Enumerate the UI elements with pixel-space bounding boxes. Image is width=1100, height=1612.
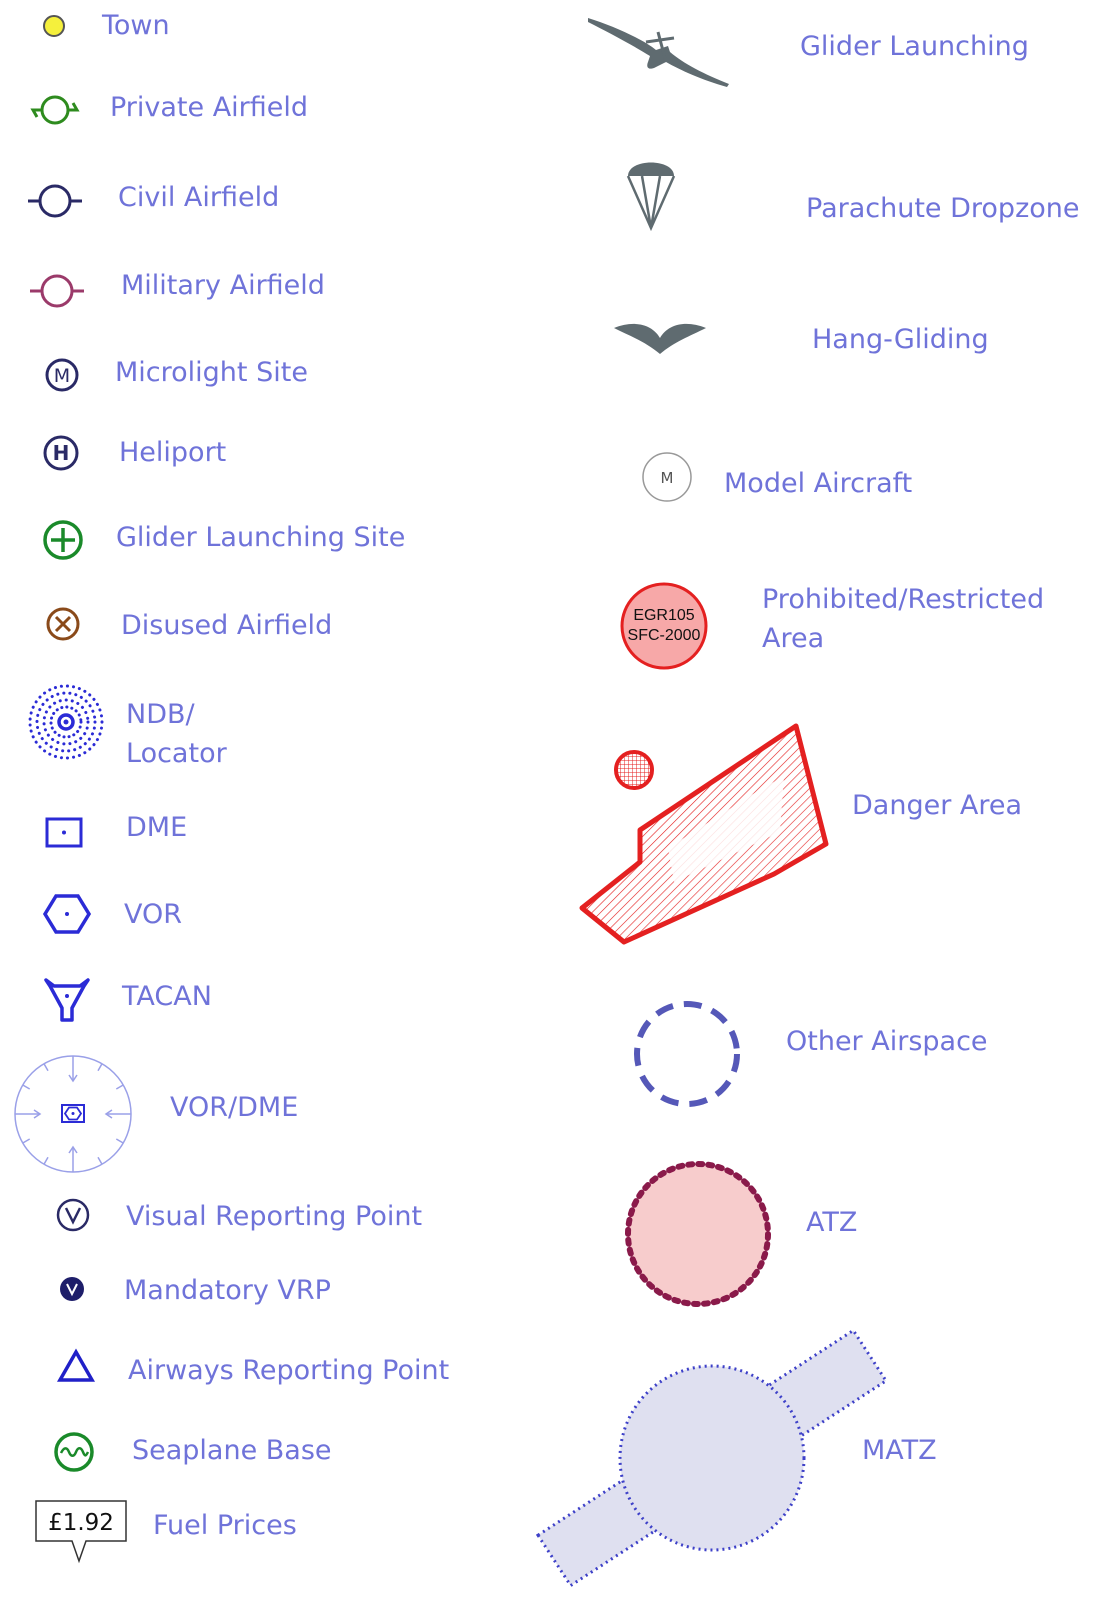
private-airfield-icon: [30, 95, 80, 125]
glider-silhouette-icon: [588, 18, 729, 87]
prohibited-label-line1: Prohibited/Restricted: [762, 584, 1045, 615]
fuel-price-value: £1.92: [48, 1510, 114, 1536]
heliport-letter: H: [53, 441, 70, 465]
prohibited-area-limits: SFC-2000: [628, 627, 701, 644]
danger-area-icon: [579, 723, 829, 945]
model-aircraft-icon: M: [642, 452, 692, 502]
prohibited-area-code: EGR105: [633, 607, 694, 624]
other-airspace-label: Other Airspace: [786, 1026, 988, 1057]
town-icon: [43, 15, 65, 37]
ndb-locator-icon: [28, 684, 104, 760]
heliport-label: Heliport: [119, 437, 227, 468]
other-airspace-icon: [634, 1001, 740, 1107]
glider-launching-site-icon: [43, 520, 83, 560]
model-aircraft-letter: M: [661, 469, 674, 487]
private-airfield-label: Private Airfield: [110, 92, 309, 123]
seaplane-base-label: Seaplane Base: [132, 1435, 332, 1466]
fuel-prices-label: Fuel Prices: [153, 1510, 297, 1541]
visual-reporting-point-label: Visual Reporting Point: [126, 1201, 423, 1232]
tacan-label: TACAN: [122, 981, 212, 1012]
civil-airfield-icon: [28, 184, 82, 218]
atz-label: ATZ: [806, 1207, 858, 1238]
microlight-letter: M: [54, 365, 70, 387]
microlight-site-label: Microlight Site: [115, 357, 308, 388]
prohibited-label-line2: Area: [762, 623, 825, 654]
matz-label: MATZ: [862, 1435, 937, 1466]
vor-icon: [42, 894, 92, 934]
mandatory-vrp-icon: [60, 1277, 84, 1301]
vor-dme-compass-rose-icon: [14, 1055, 132, 1173]
matz-icon: [535, 1328, 889, 1588]
heliport-icon: H: [43, 435, 79, 471]
airways-reporting-point-label: Airways Reporting Point: [128, 1355, 450, 1386]
disused-airfield-icon: [46, 607, 80, 641]
prohibited-area-icon: EGR105 SFC-2000: [620, 582, 708, 670]
mandatory-vrp-label: Mandatory VRP: [124, 1275, 331, 1306]
vor-label: VOR: [124, 899, 183, 930]
atz-icon: [625, 1161, 771, 1307]
hang-gliding-label: Hang-Gliding: [812, 324, 989, 355]
parachute-dropzone-label: Parachute Dropzone: [806, 193, 1080, 224]
visual-reporting-point-icon: [56, 1198, 90, 1232]
dme-icon: [45, 817, 83, 848]
civil-airfield-label: Civil Airfield: [118, 182, 280, 213]
tacan-icon: [44, 978, 90, 1022]
military-airfield-label: Military Airfield: [121, 270, 325, 301]
seaplane-base-icon: [54, 1432, 94, 1472]
airways-reporting-point-icon: [56, 1348, 96, 1382]
military-airfield-icon: [30, 274, 84, 308]
danger-area-label: Danger Area: [852, 790, 1023, 821]
ndb-label-line1: NDB/: [126, 699, 195, 730]
disused-airfield-label: Disused Airfield: [121, 610, 333, 641]
vor-dme-label: VOR/DME: [170, 1092, 299, 1123]
glider-launching-label: Glider Launching: [800, 31, 1029, 62]
microlight-site-icon: M: [45, 358, 79, 392]
hang-glider-icon: [614, 323, 706, 354]
dme-label: DME: [126, 812, 188, 843]
fuel-price-tag-icon: £1.92: [35, 1500, 127, 1564]
town-label: Town: [102, 10, 170, 41]
glider-launching-site-label: Glider Launching Site: [116, 522, 406, 553]
model-aircraft-label: Model Aircraft: [724, 468, 913, 499]
parachute-icon: [626, 162, 676, 232]
ndb-label-line2: Locator: [126, 738, 227, 769]
